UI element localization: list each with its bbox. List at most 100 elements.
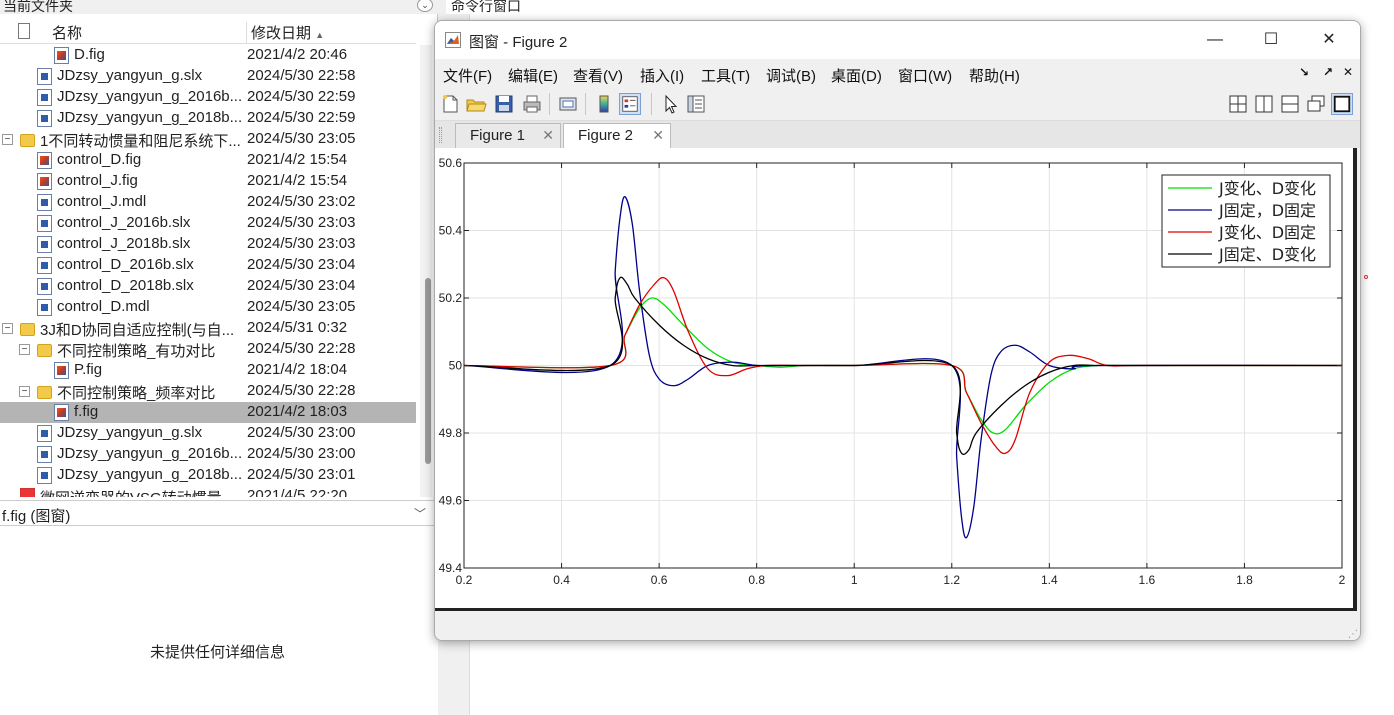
y-tick-label: 50.4 (439, 224, 463, 238)
float-layout-icon[interactable] (1305, 93, 1327, 115)
file-row[interactable]: control_D.fig 2021/4/2 15:54 (0, 150, 416, 171)
file-date: 2021/4/2 18:04 (247, 361, 348, 378)
minimize-button[interactable]: — (1203, 29, 1227, 51)
maximize-button[interactable]: ☐ (1259, 29, 1283, 51)
file-row[interactable]: control_D_2018b.slx 2024/5/30 23:04 (0, 276, 416, 297)
date-column-header[interactable]: 修改日期 ▲ (246, 22, 324, 44)
file-name: control_J.mdl (57, 193, 147, 210)
simulink-file-icon (37, 446, 52, 463)
file-row[interactable]: control_J_2016b.slx 2024/5/30 23:03 (0, 213, 416, 234)
close-document-icon[interactable]: ✕ (1343, 65, 1353, 79)
file-row[interactable]: control_D.mdl 2024/5/30 23:05 (0, 297, 416, 318)
file-row[interactable]: control_D_2016b.slx 2024/5/30 23:04 (0, 255, 416, 276)
colorbar-icon[interactable] (593, 93, 615, 115)
menu-edit[interactable]: 编辑(E) (508, 65, 558, 86)
open-file-icon[interactable] (465, 93, 487, 115)
file-name: JDzsy_yangyun_g.slx (57, 67, 203, 84)
collapse-toggle-icon[interactable]: − (2, 323, 13, 334)
file-row[interactable]: control_J_2018b.slx 2024/5/30 23:03 (0, 234, 416, 255)
file-row[interactable]: JDzsy_yangyun_g_2016b... 2024/5/30 23:00 (0, 444, 416, 465)
legend-label: J固定、D变化 (1218, 245, 1316, 264)
detail-panel-header[interactable]: f.fig (图窗) ﹀ (0, 500, 438, 526)
resize-grip-icon[interactable]: ⋰ (1348, 629, 1358, 640)
file-row[interactable]: f.fig 2021/4/2 18:03 (0, 402, 416, 423)
figure-window: 图窗 - Figure 2 — ☐ ✕ 文件(F) 编辑(E) 查看(V) 插入… (434, 20, 1361, 641)
file-row[interactable]: JDzsy_yangyun_g_2018b... 2024/5/30 22:59 (0, 108, 416, 129)
file-date: 2024/5/30 23:01 (247, 466, 356, 483)
tile-layout-icon[interactable] (1227, 93, 1249, 115)
top-bottom-layout-icon[interactable] (1279, 93, 1301, 115)
legend-icon[interactable] (619, 93, 641, 115)
file-row[interactable]: control_J.mdl 2024/5/30 23:02 (0, 192, 416, 213)
file-name: 不同控制策略_频率对比 (57, 385, 216, 402)
dock-icon[interactable]: ↘ (1299, 65, 1309, 79)
y-tick-label: 49.4 (439, 561, 463, 575)
line-chart[interactable]: 0.2 0.4 0.6 0.8 1 1.2 1.4 1.6 1.8 2 49.4 49.6 49.8 50… (435, 148, 1357, 608)
file-name: JDzsy_yangyun_g_2016b... (57, 88, 243, 105)
file-name: f.fig (74, 403, 99, 420)
file-date: 2021/4/2 20:46 (247, 46, 348, 63)
x-tick-label: 0.2 (456, 573, 473, 587)
pdf-file-icon (20, 488, 35, 497)
collapse-toggle-icon[interactable]: − (2, 134, 13, 145)
file-row[interactable]: JDzsy_yangyun_g.slx 2024/5/30 22:58 (0, 66, 416, 87)
undock-icon[interactable]: ↗ (1323, 65, 1333, 79)
tab-figure-2[interactable]: Figure 2 ✕ (563, 123, 671, 148)
menu-debug[interactable]: 调试(B) (766, 65, 816, 86)
scrollbar-thumb[interactable] (425, 278, 431, 464)
file-date: 2024/5/30 22:28 (247, 340, 356, 357)
menu-tools[interactable]: 工具(T) (701, 65, 750, 86)
y-tick-label: 50.6 (439, 156, 463, 170)
close-tab-icon[interactable]: ✕ (652, 127, 664, 144)
chevron-down-icon[interactable]: ﹀ (414, 505, 426, 522)
file-name: 微网逆变器的VSG转动惯量... (40, 487, 246, 497)
simulink-file-icon (37, 299, 52, 316)
folder-row[interactable]: − 不同控制策略_频率对比 2024/5/30 22:28 (0, 381, 416, 402)
menu-help[interactable]: 帮助(H) (969, 65, 1020, 86)
menu-desktop[interactable]: 桌面(D) (831, 65, 882, 86)
file-date: 2024/5/30 23:03 (247, 235, 356, 252)
file-name: control_D_2016b.slx (57, 256, 194, 273)
figure-titlebar[interactable]: 图窗 - Figure 2 — ☐ ✕ (435, 21, 1360, 59)
menu-view[interactable]: 查看(V) (573, 65, 623, 86)
file-row[interactable]: JDzsy_yangyun_g.slx 2024/5/30 23:00 (0, 423, 416, 444)
close-tab-icon[interactable]: ✕ (542, 127, 554, 144)
folder-row[interactable]: − 3J和D协同自适应控制(与自... 2024/5/31 0:32 (0, 318, 416, 339)
folder-icon (37, 344, 52, 357)
file-row[interactable]: JDzsy_yangyun_g_2016b... 2024/5/30 22:59 (0, 87, 416, 108)
maximize-layout-icon[interactable] (1331, 93, 1353, 115)
left-right-layout-icon[interactable] (1253, 93, 1275, 115)
file-date: 2024/5/30 23:00 (247, 424, 356, 441)
file-row[interactable]: 微网逆变器的VSG转动惯量...2021/4/5 22:20 (0, 486, 416, 497)
new-figure-icon[interactable] (439, 93, 461, 115)
collapse-toggle-icon[interactable]: − (19, 386, 30, 397)
menu-file[interactable]: 文件(F) (443, 65, 492, 86)
menu-insert[interactable]: 插入(I) (640, 65, 684, 86)
y-tick-label: 50.2 (439, 291, 463, 305)
figure-canvas[interactable]: 0.2 0.4 0.6 0.8 1 1.2 1.4 1.6 1.8 2 49.4 49.6 49.8 50… (435, 148, 1357, 611)
property-inspector-icon[interactable] (685, 93, 707, 115)
menu-window[interactable]: 窗口(W) (898, 65, 952, 86)
simulink-file-icon (37, 236, 52, 253)
file-date: 2024/5/30 23:05 (247, 130, 356, 147)
folder-row[interactable]: − 1不同转动惯量和阻尼系统下... 2024/5/30 23:05 (0, 129, 416, 150)
folder-row[interactable]: − 不同控制策略_有功对比 2024/5/30 22:28 (0, 339, 416, 360)
y-tick-label: 49.8 (439, 426, 463, 440)
file-row[interactable]: control_J.fig 2021/4/2 15:54 (0, 171, 416, 192)
legend-label: J固定，D固定 (1218, 201, 1316, 220)
close-button[interactable]: ✕ (1317, 29, 1341, 51)
file-row[interactable]: JDzsy_yangyun_g_2018b... 2024/5/30 23:01 (0, 465, 416, 486)
edit-plot-arrow-icon[interactable] (659, 93, 681, 115)
link-plot-icon[interactable] (557, 93, 579, 115)
collapse-toggle-icon[interactable]: − (19, 344, 30, 355)
file-date: 2024/5/30 22:28 (247, 382, 356, 399)
toolbar-separator (651, 93, 652, 115)
file-row[interactable]: D.fig 2021/4/2 20:46 (0, 45, 416, 66)
tab-figure-1[interactable]: Figure 1 ✕ (455, 123, 561, 148)
file-name: control_D_2018b.slx (57, 277, 194, 294)
save-icon[interactable] (493, 93, 515, 115)
print-icon[interactable] (521, 93, 543, 115)
file-row[interactable]: P.fig 2021/4/2 18:04 (0, 360, 416, 381)
name-column-header[interactable]: 名称 (52, 22, 82, 43)
desktop: 当前文件夹 ⌄ 名称 修改日期 ▲ D.fig 2021/4/2 20:46 JDz… (0, 0, 1394, 715)
